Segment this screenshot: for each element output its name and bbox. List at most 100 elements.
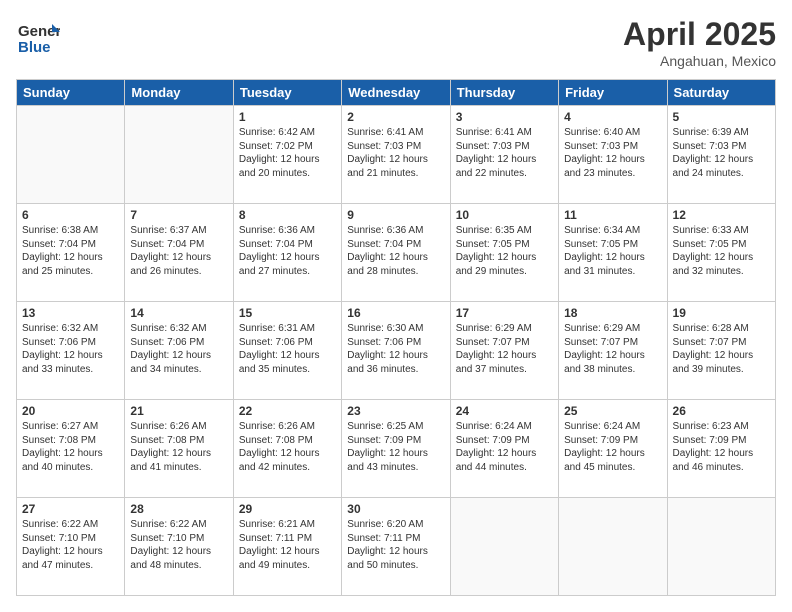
calendar-cell xyxy=(450,498,558,596)
day-number: 18 xyxy=(564,306,661,320)
calendar-cell: 6 Sunrise: 6:38 AM Sunset: 7:04 PM Daylig… xyxy=(17,204,125,302)
calendar-cell xyxy=(667,498,775,596)
day-info: Sunrise: 6:32 AM Sunset: 7:06 PM Dayligh… xyxy=(130,322,227,376)
calendar-cell: 13 Sunrise: 6:32 AM Sunset: 7:06 PM Dayli… xyxy=(17,302,125,400)
day-info: Sunrise: 6:26 AM Sunset: 7:08 PM Dayligh… xyxy=(130,420,227,474)
week-row-5: 27 Sunrise: 6:22 AM Sunset: 7:10 PM Dayli… xyxy=(17,498,776,596)
day-number: 23 xyxy=(347,404,444,418)
svg-text:Blue: Blue xyxy=(18,39,51,56)
calendar-cell: 22Sunrise: 6:26 AM Sunset: 7:08 PM Dayli… xyxy=(233,400,341,498)
calendar-cell: 27 Sunrise: 6:22 AM Sunset: 7:10 PM Dayli… xyxy=(17,498,125,596)
calendar-cell: 24 Sunrise: 6:24 AM Sunset: 7:09 PM Dayli… xyxy=(450,400,558,498)
day-number: 10 xyxy=(456,208,553,222)
header-monday: Monday xyxy=(125,80,233,106)
calendar-cell xyxy=(125,106,233,204)
week-row-1: 1Sunrise: 6:42 AM Sunset: 7:02 PM Daylig… xyxy=(17,106,776,204)
day-number: 2 xyxy=(347,110,444,124)
subtitle: Angahuan, Mexico xyxy=(623,53,776,69)
day-number: 3 xyxy=(456,110,553,124)
day-number: 7 xyxy=(130,208,227,222)
week-row-3: 13 Sunrise: 6:32 AM Sunset: 7:06 PM Dayli… xyxy=(17,302,776,400)
day-number: 25 xyxy=(564,404,661,418)
logo: General Blue xyxy=(16,16,60,60)
calendar-cell: 8 Sunrise: 6:36 AM Sunset: 7:04 PM Daylig… xyxy=(233,204,341,302)
day-info: Sunrise: 6:30 AM Sunset: 7:06 PM Dayligh… xyxy=(347,322,444,376)
day-number: 26 xyxy=(673,404,770,418)
calendar-cell: 5 Sunrise: 6:39 AM Sunset: 7:03 PM Daylig… xyxy=(667,106,775,204)
day-info: Sunrise: 6:33 AM Sunset: 7:05 PM Dayligh… xyxy=(673,224,770,278)
day-info: Sunrise: 6:23 AM Sunset: 7:09 PM Dayligh… xyxy=(673,420,770,474)
day-info: Sunrise: 6:29 AM Sunset: 7:07 PM Dayligh… xyxy=(564,322,661,376)
week-row-4: 20Sunrise: 6:27 AM Sunset: 7:08 PM Dayli… xyxy=(17,400,776,498)
calendar-cell: 2 Sunrise: 6:41 AM Sunset: 7:03 PM Daylig… xyxy=(342,106,450,204)
day-info: Sunrise: 6:36 AM Sunset: 7:04 PM Dayligh… xyxy=(239,224,336,278)
calendar-cell: 19 Sunrise: 6:28 AM Sunset: 7:07 PM Dayli… xyxy=(667,302,775,400)
header-friday: Friday xyxy=(559,80,667,106)
day-info: Sunrise: 6:29 AM Sunset: 7:07 PM Dayligh… xyxy=(456,322,553,376)
day-info: Sunrise: 6:28 AM Sunset: 7:07 PM Dayligh… xyxy=(673,322,770,376)
day-info: Sunrise: 6:25 AM Sunset: 7:09 PM Dayligh… xyxy=(347,420,444,474)
calendar-cell: 21Sunrise: 6:26 AM Sunset: 7:08 PM Dayli… xyxy=(125,400,233,498)
day-number: 28 xyxy=(130,502,227,516)
calendar-cell: 25 Sunrise: 6:24 AM Sunset: 7:09 PM Dayli… xyxy=(559,400,667,498)
day-info: Sunrise: 6:41 AM Sunset: 7:03 PM Dayligh… xyxy=(347,126,444,180)
calendar-cell: 3 Sunrise: 6:41 AM Sunset: 7:03 PM Daylig… xyxy=(450,106,558,204)
calendar-cell: 14 Sunrise: 6:32 AM Sunset: 7:06 PM Dayli… xyxy=(125,302,233,400)
calendar-cell: 16 Sunrise: 6:30 AM Sunset: 7:06 PM Dayli… xyxy=(342,302,450,400)
day-number: 30 xyxy=(347,502,444,516)
week-row-2: 6 Sunrise: 6:38 AM Sunset: 7:04 PM Daylig… xyxy=(17,204,776,302)
day-info: Sunrise: 6:38 AM Sunset: 7:04 PM Dayligh… xyxy=(22,224,119,278)
day-number: 20 xyxy=(22,404,119,418)
header-saturday: Saturday xyxy=(667,80,775,106)
day-number: 16 xyxy=(347,306,444,320)
calendar-cell: 18 Sunrise: 6:29 AM Sunset: 7:07 PM Dayli… xyxy=(559,302,667,400)
day-number: 9 xyxy=(347,208,444,222)
calendar-cell: 11 Sunrise: 6:34 AM Sunset: 7:05 PM Dayli… xyxy=(559,204,667,302)
day-info: Sunrise: 6:21 AM Sunset: 7:11 PM Dayligh… xyxy=(239,518,336,572)
header-sunday: Sunday xyxy=(17,80,125,106)
calendar-cell xyxy=(17,106,125,204)
calendar-cell: 20Sunrise: 6:27 AM Sunset: 7:08 PM Dayli… xyxy=(17,400,125,498)
day-number: 5 xyxy=(673,110,770,124)
day-number: 13 xyxy=(22,306,119,320)
day-number: 22 xyxy=(239,404,336,418)
day-info: Sunrise: 6:20 AM Sunset: 7:11 PM Dayligh… xyxy=(347,518,444,572)
day-number: 29 xyxy=(239,502,336,516)
day-info: Sunrise: 6:24 AM Sunset: 7:09 PM Dayligh… xyxy=(456,420,553,474)
calendar-cell: 10Sunrise: 6:35 AM Sunset: 7:05 PM Dayli… xyxy=(450,204,558,302)
page: General Blue April 2025 Angahuan, Mexico… xyxy=(0,0,792,612)
day-number: 11 xyxy=(564,208,661,222)
day-number: 24 xyxy=(456,404,553,418)
day-info: Sunrise: 6:22 AM Sunset: 7:10 PM Dayligh… xyxy=(22,518,119,572)
header-tuesday: Tuesday xyxy=(233,80,341,106)
day-info: Sunrise: 6:41 AM Sunset: 7:03 PM Dayligh… xyxy=(456,126,553,180)
day-info: Sunrise: 6:39 AM Sunset: 7:03 PM Dayligh… xyxy=(673,126,770,180)
day-info: Sunrise: 6:40 AM Sunset: 7:03 PM Dayligh… xyxy=(564,126,661,180)
main-title: April 2025 xyxy=(623,16,776,53)
calendar-cell: 23 Sunrise: 6:25 AM Sunset: 7:09 PM Dayli… xyxy=(342,400,450,498)
calendar-cell: 12Sunrise: 6:33 AM Sunset: 7:05 PM Dayli… xyxy=(667,204,775,302)
day-info: Sunrise: 6:32 AM Sunset: 7:06 PM Dayligh… xyxy=(22,322,119,376)
calendar-cell: 29 Sunrise: 6:21 AM Sunset: 7:11 PM Dayli… xyxy=(233,498,341,596)
logo-svg: General Blue xyxy=(16,16,60,60)
calendar-cell: 15 Sunrise: 6:31 AM Sunset: 7:06 PM Dayli… xyxy=(233,302,341,400)
calendar-header-row: SundayMondayTuesdayWednesdayThursdayFrid… xyxy=(17,80,776,106)
day-number: 14 xyxy=(130,306,227,320)
calendar-cell: 4Sunrise: 6:40 AM Sunset: 7:03 PM Daylig… xyxy=(559,106,667,204)
calendar-cell: 1Sunrise: 6:42 AM Sunset: 7:02 PM Daylig… xyxy=(233,106,341,204)
title-block: April 2025 Angahuan, Mexico xyxy=(623,16,776,69)
day-number: 8 xyxy=(239,208,336,222)
day-number: 17 xyxy=(456,306,553,320)
day-number: 19 xyxy=(673,306,770,320)
calendar-cell: 7Sunrise: 6:37 AM Sunset: 7:04 PM Daylig… xyxy=(125,204,233,302)
day-info: Sunrise: 6:31 AM Sunset: 7:06 PM Dayligh… xyxy=(239,322,336,376)
calendar-cell: 30 Sunrise: 6:20 AM Sunset: 7:11 PM Dayli… xyxy=(342,498,450,596)
day-number: 6 xyxy=(22,208,119,222)
day-number: 15 xyxy=(239,306,336,320)
day-info: Sunrise: 6:24 AM Sunset: 7:09 PM Dayligh… xyxy=(564,420,661,474)
calendar-table: SundayMondayTuesdayWednesdayThursdayFrid… xyxy=(16,79,776,596)
day-number: 27 xyxy=(22,502,119,516)
calendar-cell: 26 Sunrise: 6:23 AM Sunset: 7:09 PM Dayli… xyxy=(667,400,775,498)
day-info: Sunrise: 6:34 AM Sunset: 7:05 PM Dayligh… xyxy=(564,224,661,278)
calendar-cell: 9Sunrise: 6:36 AM Sunset: 7:04 PM Daylig… xyxy=(342,204,450,302)
